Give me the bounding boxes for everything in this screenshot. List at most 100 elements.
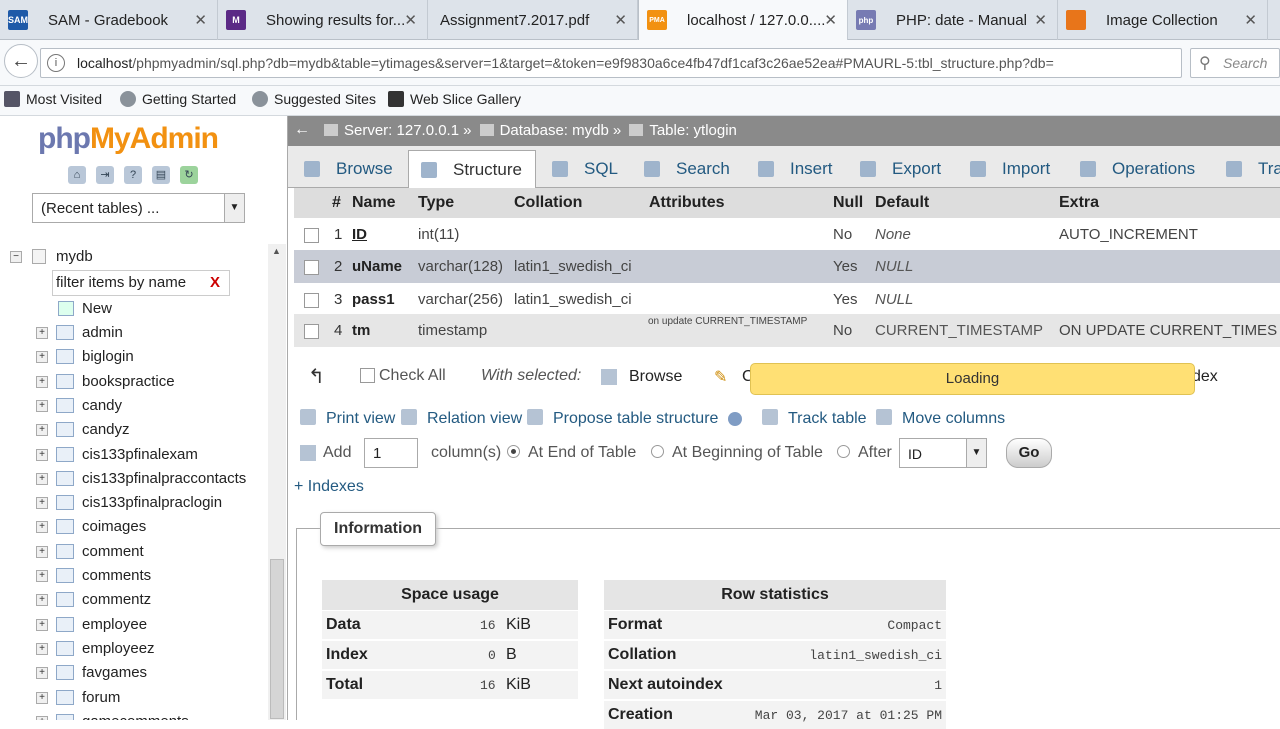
- browser-tab-pdf[interactable]: Assignment7.2017.pdf ✕: [428, 0, 638, 40]
- url-bar[interactable]: i localhost/phpmyadmin/sql.php?db=mydb&t…: [40, 48, 1208, 78]
- tree-database-mydb[interactable]: − mydb: [0, 246, 268, 268]
- collapse-arrow-icon[interactable]: ←: [294, 121, 310, 139]
- tree-table-item[interactable]: + candy: [0, 395, 268, 417]
- at-beginning-radio[interactable]: [651, 445, 664, 458]
- filter-input[interactable]: filter items by name X: [52, 270, 230, 296]
- after-option[interactable]: After: [837, 444, 892, 462]
- expand-icon[interactable]: +: [36, 521, 48, 534]
- tab-structure[interactable]: Structure: [408, 150, 536, 188]
- tree-table-item[interactable]: + employeez: [0, 638, 268, 660]
- tree-table-item[interactable]: + comments: [0, 565, 268, 587]
- scrollbar-thumb[interactable]: [270, 559, 284, 719]
- expand-icon[interactable]: +: [36, 424, 48, 437]
- close-tab-icon[interactable]: ✕: [404, 11, 417, 29]
- clear-filter-button[interactable]: X: [210, 274, 220, 291]
- tab-tracking[interactable]: Tra: [1226, 150, 1280, 188]
- help-icon[interactable]: [728, 412, 742, 426]
- table-row[interactable]: 2 uName varchar(128) latin1_swedish_ci Yes NU…: [294, 250, 1280, 283]
- expand-icon[interactable]: +: [36, 570, 48, 582]
- check-all-label[interactable]: Check All: [379, 367, 446, 385]
- browser-tab-phpmyadmin[interactable]: PMA localhost / 127.0.0.... ✕: [638, 0, 848, 40]
- tab-operations[interactable]: Operations: [1080, 150, 1195, 188]
- breadcrumb-table[interactable]: Table: ytlogin: [649, 122, 737, 139]
- browser-tab-image-collection[interactable]: Image Collection ✕: [1058, 0, 1268, 40]
- tree-table-item[interactable]: + cis133pfinalpraclogin: [0, 492, 268, 514]
- after-radio[interactable]: [837, 445, 850, 458]
- tab-browse[interactable]: Browse: [304, 150, 393, 188]
- tree-table-item[interactable]: + bookspractice: [0, 371, 268, 393]
- go-button[interactable]: Go: [1006, 438, 1052, 468]
- check-all-checkbox[interactable]: [360, 368, 375, 383]
- print-view-link[interactable]: Print view: [300, 409, 395, 428]
- info-icon[interactable]: i: [47, 54, 65, 72]
- breadcrumb-server[interactable]: Server: 127.0.0.1: [344, 122, 459, 139]
- recent-tables-select[interactable]: (Recent tables) ... ▼: [32, 193, 245, 223]
- tree-table-item[interactable]: + forum: [0, 687, 268, 709]
- expand-icon[interactable]: +: [36, 497, 48, 510]
- move-columns-link[interactable]: Move columns: [876, 409, 1005, 428]
- bookmark-web-slice-gallery[interactable]: Web Slice Gallery: [388, 91, 521, 107]
- close-tab-icon[interactable]: ✕: [614, 11, 627, 29]
- track-table-link[interactable]: Track table: [762, 409, 867, 428]
- expand-icon[interactable]: +: [36, 351, 48, 364]
- tree-table-item[interactable]: + admin: [0, 322, 268, 344]
- after-column-select[interactable]: ID ▼: [899, 438, 987, 468]
- expand-icon[interactable]: +: [36, 375, 48, 388]
- expand-icon[interactable]: +: [36, 594, 48, 607]
- close-tab-icon[interactable]: ✕: [194, 11, 207, 29]
- tree-table-item[interactable]: + cis133pfinalexam: [0, 444, 268, 466]
- expand-icon[interactable]: +: [36, 691, 48, 704]
- expand-icon[interactable]: +: [36, 545, 48, 558]
- bookmark-most-visited[interactable]: Most Visited: [4, 91, 102, 107]
- help-icon[interactable]: ?: [124, 166, 142, 184]
- propose-structure-link[interactable]: Propose table structure: [527, 409, 718, 428]
- breadcrumb-database[interactable]: Database: mydb: [500, 122, 609, 139]
- table-row[interactable]: 1 ID int(11) No None AUTO_INCREMENT: [294, 218, 1280, 251]
- row-checkbox[interactable]: [304, 324, 319, 339]
- tab-export[interactable]: Export: [860, 150, 941, 188]
- bookmark-getting-started[interactable]: Getting Started: [120, 91, 236, 107]
- tree-table-item[interactable]: + commentz: [0, 589, 268, 611]
- indexes-toggle-link[interactable]: + Indexes: [294, 478, 364, 496]
- collapse-icon[interactable]: −: [10, 251, 22, 263]
- sidebar-scrollbar[interactable]: ▲: [268, 244, 286, 720]
- tree-table-item[interactable]: + gamecomments: [0, 711, 268, 720]
- scroll-up-icon[interactable]: ▲: [272, 246, 281, 256]
- relation-view-link[interactable]: Relation view: [401, 409, 522, 428]
- index-selected-button[interactable]: dex: [1192, 368, 1218, 386]
- table-row[interactable]: 4 tm timestamp on update CURRENT_TIMESTAMP N…: [294, 314, 1280, 347]
- table-row[interactable]: 3 pass1 varchar(256) latin1_swedish_ci Yes NU…: [294, 283, 1280, 316]
- expand-icon[interactable]: +: [36, 715, 48, 720]
- at-end-option[interactable]: At End of Table: [507, 444, 636, 462]
- expand-icon[interactable]: +: [36, 667, 48, 680]
- close-tab-icon[interactable]: ✕: [824, 11, 837, 29]
- add-column-count-input[interactable]: 1: [364, 438, 418, 468]
- tree-table-item[interactable]: + comment: [0, 541, 268, 563]
- bookmark-suggested-sites[interactable]: Suggested Sites: [252, 91, 376, 107]
- tree-table-item[interactable]: + favgames: [0, 662, 268, 684]
- expand-icon[interactable]: +: [36, 642, 48, 655]
- search-box[interactable]: ⚲ Search: [1190, 48, 1280, 78]
- browser-tab-sam[interactable]: SAM SAM - Gradebook ✕: [0, 0, 218, 40]
- docs-icon[interactable]: ▤: [152, 166, 170, 184]
- expand-icon[interactable]: +: [36, 327, 48, 339]
- row-checkbox[interactable]: [304, 293, 319, 308]
- browser-tab-php-date[interactable]: php PHP: date - Manual ✕: [848, 0, 1058, 40]
- row-checkbox[interactable]: [304, 228, 319, 243]
- expand-icon[interactable]: +: [36, 472, 48, 485]
- back-button[interactable]: ←: [4, 44, 38, 78]
- at-beginning-option[interactable]: At Beginning of Table: [651, 444, 823, 462]
- home-icon[interactable]: ⌂: [68, 166, 86, 184]
- at-end-radio[interactable]: [507, 445, 520, 458]
- tab-import[interactable]: Import: [970, 150, 1050, 188]
- browser-tab-results[interactable]: M Showing results for... ✕: [218, 0, 428, 40]
- row-checkbox[interactable]: [304, 260, 319, 275]
- close-tab-icon[interactable]: ✕: [1244, 11, 1257, 29]
- tree-new-table[interactable]: New: [0, 298, 268, 320]
- expand-icon[interactable]: +: [36, 399, 48, 412]
- expand-icon[interactable]: +: [36, 618, 48, 631]
- tree-table-item[interactable]: + biglogin: [0, 346, 268, 368]
- expand-icon[interactable]: +: [36, 448, 48, 461]
- tree-table-item[interactable]: + employee: [0, 614, 268, 636]
- browse-selected-button[interactable]: Browse: [629, 368, 682, 386]
